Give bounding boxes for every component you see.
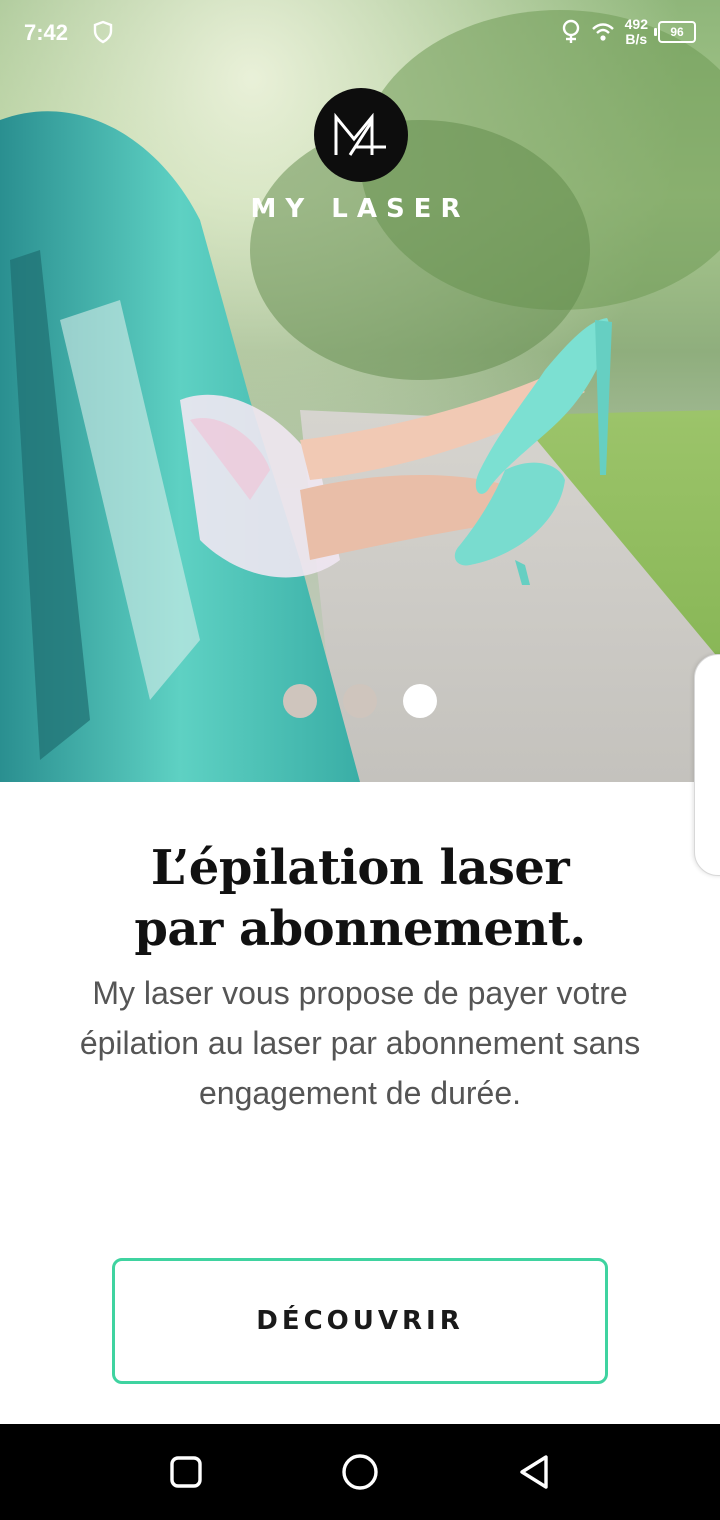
brand-name: MY LASER bbox=[250, 194, 470, 224]
title-line-1: L’épilation laser bbox=[150, 840, 570, 896]
status-bar: 7:42 492 B/s 96 bbox=[0, 0, 720, 64]
network-speed: 492 B/s bbox=[625, 17, 648, 47]
hero-image: 7:42 492 B/s 96 MY LASER bbox=[0, 0, 720, 782]
network-speed-value: 492 bbox=[624, 16, 648, 32]
title-line-2: par abonnement. bbox=[134, 901, 586, 957]
wifi-icon bbox=[591, 23, 614, 41]
status-time: 7:42 bbox=[24, 20, 69, 45]
status-right: 492 B/s 96 bbox=[561, 16, 696, 48]
back-button[interactable] bbox=[510, 1448, 558, 1496]
shield-icon bbox=[93, 20, 113, 44]
recent-apps-button[interactable] bbox=[162, 1448, 210, 1496]
circle-icon bbox=[342, 1454, 378, 1490]
page-title: L’épilation laser par abonnement. bbox=[0, 838, 720, 960]
battery-icon: 96 bbox=[654, 21, 696, 43]
brand-logo-icon bbox=[314, 88, 408, 182]
square-icon bbox=[170, 1456, 202, 1488]
carousel-dot[interactable] bbox=[343, 684, 377, 718]
description-text: My laser vous propose de payer votre épi… bbox=[79, 975, 641, 1111]
triangle-back-icon bbox=[520, 1455, 548, 1489]
navigation-bar bbox=[0, 1424, 720, 1520]
carousel-dot[interactable] bbox=[283, 684, 317, 718]
carousel-indicator bbox=[0, 684, 720, 718]
battery-level: 96 bbox=[670, 25, 684, 39]
location-pin-icon bbox=[562, 19, 579, 43]
carousel-dot-active[interactable] bbox=[403, 684, 437, 718]
logo-monogram-icon bbox=[334, 112, 386, 156]
network-speed-unit: B/s bbox=[625, 31, 648, 47]
discover-button[interactable]: DÉCOUVRIR bbox=[112, 1258, 608, 1384]
home-button[interactable] bbox=[336, 1448, 384, 1496]
